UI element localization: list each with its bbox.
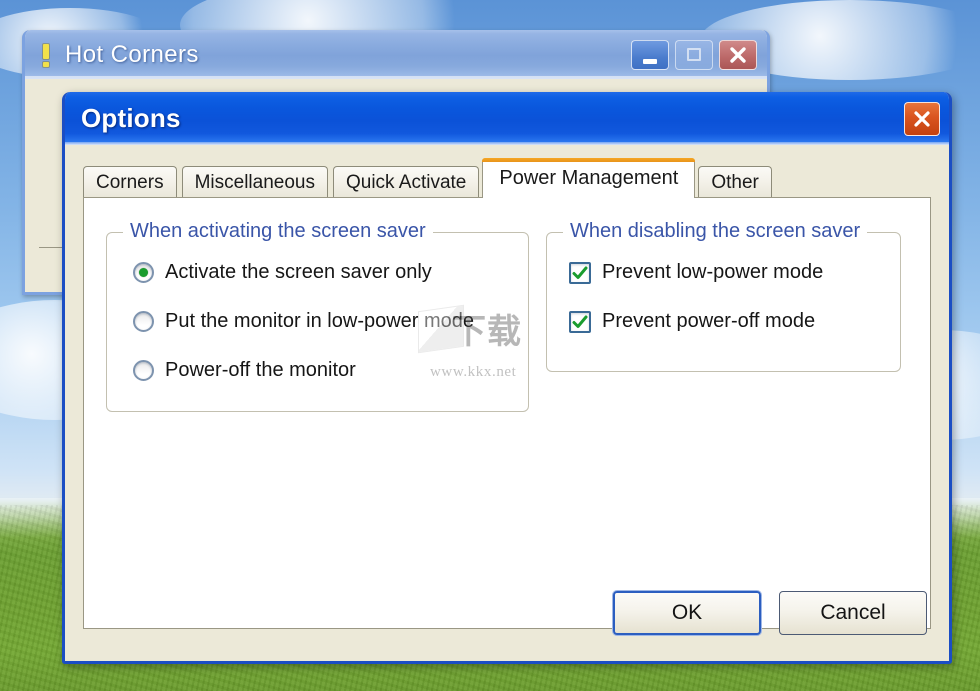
window-controls bbox=[631, 39, 762, 70]
checkmark-icon[interactable] bbox=[569, 310, 591, 333]
group-title-when-activating: When activating the screen saver bbox=[123, 220, 433, 243]
maximize-button[interactable] bbox=[675, 39, 713, 70]
radio-activate-screen-saver-only[interactable]: Activate the screen saver only bbox=[133, 261, 432, 284]
group-when-activating: When activating the screen saver Activat… bbox=[106, 220, 529, 412]
radio-power-off-monitor[interactable]: Power-off the monitor bbox=[133, 359, 356, 382]
radio-icon[interactable] bbox=[133, 262, 154, 283]
minimize-button[interactable] bbox=[631, 39, 669, 70]
ok-button[interactable]: OK bbox=[613, 591, 761, 635]
hot-corners-title: Hot Corners bbox=[65, 40, 199, 68]
tab-miscellaneous[interactable]: Miscellaneous bbox=[181, 166, 328, 198]
cancel-button[interactable]: Cancel bbox=[779, 591, 927, 635]
close-button[interactable] bbox=[719, 39, 757, 70]
checkbox-label: Prevent power-off mode bbox=[602, 310, 816, 332]
group-title-when-disabling: When disabling the screen saver bbox=[563, 220, 868, 243]
radio-label: Power-off the monitor bbox=[165, 359, 356, 381]
checkmark-icon[interactable] bbox=[569, 261, 591, 284]
options-body: Corners Miscellaneous Quick Activate Pow… bbox=[65, 145, 949, 661]
checkbox-label: Prevent low-power mode bbox=[602, 261, 824, 283]
radio-label: Put the monitor in low-power mode bbox=[165, 310, 475, 332]
close-icon[interactable] bbox=[904, 101, 940, 136]
tab-quick-activate[interactable]: Quick Activate bbox=[332, 166, 480, 198]
radio-put-monitor-low-power[interactable]: Put the monitor in low-power mode bbox=[133, 310, 474, 333]
exclamation-icon bbox=[37, 42, 55, 68]
tab-power-management[interactable]: Power Management bbox=[482, 158, 696, 198]
radio-label: Activate the screen saver only bbox=[165, 261, 432, 283]
tab-corners[interactable]: Corners bbox=[83, 166, 177, 198]
group-when-disabling: When disabling the screen saver Prevent … bbox=[546, 220, 901, 372]
hot-corners-titlebar[interactable]: Hot Corners bbox=[25, 30, 767, 79]
radio-icon[interactable] bbox=[133, 360, 154, 381]
options-title: Options bbox=[81, 103, 181, 133]
radio-icon[interactable] bbox=[133, 311, 154, 332]
options-dialog[interactable]: Options Corners Miscellaneous Quick Acti… bbox=[62, 92, 952, 664]
tab-other[interactable]: Other bbox=[698, 166, 772, 198]
power-management-panel: When activating the screen saver Activat… bbox=[83, 197, 931, 629]
checkbox-prevent-power-off-mode[interactable]: Prevent power-off mode bbox=[569, 310, 815, 333]
tab-strip: Corners Miscellaneous Quick Activate Pow… bbox=[83, 158, 931, 198]
checkbox-prevent-low-power-mode[interactable]: Prevent low-power mode bbox=[569, 261, 823, 284]
options-titlebar[interactable]: Options bbox=[65, 92, 949, 145]
desktop: Hot Corners Options Corners Miscellaneou… bbox=[0, 0, 980, 691]
